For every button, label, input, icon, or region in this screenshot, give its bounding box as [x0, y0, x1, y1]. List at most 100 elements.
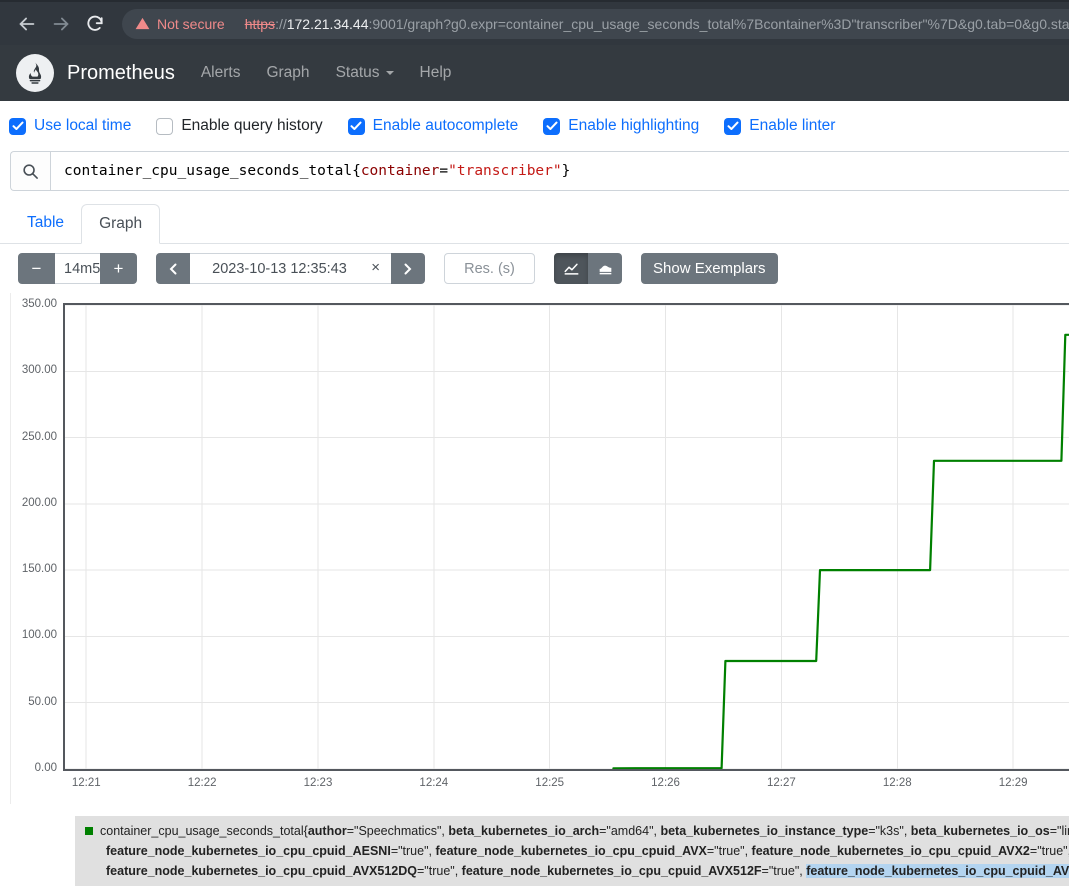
- x-axis-label: 12:25: [520, 777, 580, 789]
- option-enable-highlighting[interactable]: Enable highlighting: [543, 117, 699, 135]
- back-icon[interactable]: [10, 7, 44, 41]
- y-axis-label: 200.00: [11, 497, 57, 509]
- decrease-range-button[interactable]: −: [18, 253, 55, 284]
- security-status: Not secure: [157, 16, 225, 32]
- nav-item-alerts[interactable]: Alerts: [201, 64, 241, 82]
- query-segment: =: [439, 163, 448, 179]
- url-host: 172.21.34.44: [287, 16, 369, 32]
- search-icon: [11, 152, 51, 190]
- range-stepper: − +: [18, 253, 137, 284]
- x-axis-label: 12:21: [56, 777, 116, 789]
- show-exemplars-button[interactable]: Show Exemplars: [641, 253, 778, 284]
- address-bar[interactable]: Not secure https://172.21.34.44:9001/gra…: [122, 9, 1069, 39]
- y-axis-label: 250.00: [11, 431, 57, 443]
- tab-graph[interactable]: Graph: [81, 204, 160, 244]
- enable-query-history-checkbox[interactable]: [156, 118, 173, 135]
- legend-text: beta_kubernetes_io_instance_type: [660, 824, 868, 838]
- forward-icon[interactable]: [44, 7, 78, 41]
- option-enable-linter[interactable]: Enable linter: [724, 117, 835, 135]
- legend-text: ="k3s",: [868, 824, 911, 838]
- legend-text: ="true",: [1030, 844, 1069, 858]
- legend-label-highlighted: feature_node_kubernetes_io_cpu_cpuid_AVX…: [806, 864, 1069, 878]
- legend-text: ="true",: [417, 864, 462, 878]
- url-scheme: https: [245, 16, 275, 32]
- enable-highlighting-checkbox[interactable]: [543, 118, 560, 135]
- legend-text: feature_node_kubernetes_io_cpu_cpuid_AVX…: [752, 844, 1030, 858]
- tab-table[interactable]: Table: [10, 204, 81, 243]
- next-time-button[interactable]: [391, 253, 425, 284]
- option-enable-autocomplete[interactable]: Enable autocomplete: [348, 117, 519, 135]
- url-text: https://172.21.34.44:9001/graph?g0.expr=…: [245, 16, 1069, 32]
- increase-range-button[interactable]: +: [100, 253, 137, 284]
- plot-area: [63, 303, 1069, 771]
- legend-text: author: [308, 824, 347, 838]
- series-line: [613, 335, 1069, 769]
- plot-svg: [65, 305, 1069, 769]
- x-axis-label: 12:29: [983, 777, 1043, 789]
- legend-text: ="linux",: [1050, 824, 1069, 838]
- y-axis-label: 150.00: [11, 563, 57, 575]
- range-input[interactable]: [55, 253, 100, 284]
- graph-controls: − + × Show Exemplars: [18, 253, 1069, 284]
- legend-line: feature_node_kubernetes_io_cpu_cpuid_AVX…: [85, 861, 1069, 881]
- query-expression-input[interactable]: container_cpu_usage_seconds_total{contai…: [51, 152, 1069, 190]
- options-row: Use local time Enable query history Enable…: [9, 117, 1069, 135]
- url-path: :9001/graph?g0.expr=container_cpu_usage_…: [368, 16, 1069, 32]
- query-segment: container_cpu_usage_seconds_total{: [64, 163, 361, 179]
- legend-swatch: [85, 827, 93, 835]
- legend-text: container_cpu_usage_seconds_total{: [100, 824, 308, 838]
- y-axis-label: 0.00: [11, 762, 57, 774]
- legend-text: beta_kubernetes_io_arch: [448, 824, 599, 838]
- resolution-input[interactable]: [444, 253, 535, 284]
- time-picker: ×: [156, 253, 425, 284]
- prometheus-navbar: Prometheus Alerts Graph Status Help: [0, 45, 1069, 101]
- use-local-time-checkbox[interactable]: [9, 118, 26, 135]
- nav-item-graph[interactable]: Graph: [266, 64, 309, 82]
- chevron-down-icon: [386, 71, 394, 75]
- option-enable-query-history[interactable]: Enable query history: [156, 117, 322, 135]
- query-segment: "transcriber": [448, 163, 562, 179]
- legend-text: feature_node_kubernetes_io_cpu_cpuid_AVX…: [462, 864, 762, 878]
- option-label: Enable query history: [181, 117, 322, 135]
- graph-canvas[interactable]: 0.0050.00100.00150.00200.00250.00300.003…: [10, 293, 1069, 804]
- query-segment: }: [562, 163, 571, 179]
- option-use-local-time[interactable]: Use local time: [9, 117, 131, 135]
- legend-text: feature_node_kubernetes_io_cpu_cpuid_AES…: [106, 844, 391, 858]
- enable-autocomplete-checkbox[interactable]: [348, 118, 365, 135]
- x-axis-label: 12:26: [636, 777, 696, 789]
- warning-icon: [135, 16, 150, 31]
- x-axis-label: 12:28: [867, 777, 927, 789]
- clear-time-icon[interactable]: ×: [371, 259, 380, 276]
- legend-line: container_cpu_usage_seconds_total{author…: [85, 821, 1069, 841]
- query-segment: container: [361, 163, 440, 179]
- option-label: Enable autocomplete: [373, 117, 519, 135]
- y-axis-label: 300.00: [11, 364, 57, 376]
- browser-toolbar: Not secure https://172.21.34.44:9001/gra…: [0, 0, 1069, 45]
- legend-text: ="true",: [762, 864, 807, 878]
- legend-line: feature_node_kubernetes_io_cpu_cpuid_AES…: [85, 841, 1069, 861]
- prometheus-logo-icon[interactable]: [16, 54, 54, 92]
- panel-tabs: Table Graph: [0, 204, 1069, 244]
- legend-text: ="amd64",: [599, 824, 660, 838]
- option-label: Enable linter: [749, 117, 835, 135]
- y-axis-label: 50.00: [11, 696, 57, 708]
- app-title[interactable]: Prometheus: [67, 62, 175, 85]
- previous-time-button[interactable]: [156, 253, 190, 284]
- option-label: Enable highlighting: [568, 117, 699, 135]
- nav-links: Alerts Graph Status Help: [175, 64, 452, 82]
- x-axis-label: 12:22: [172, 777, 232, 789]
- legend-text: beta_kubernetes_io_os: [911, 824, 1050, 838]
- line-chart-icon[interactable]: [554, 253, 588, 284]
- nav-item-help[interactable]: Help: [420, 64, 452, 82]
- graph-legend[interactable]: container_cpu_usage_seconds_total{author…: [75, 816, 1069, 886]
- stacked-chart-icon[interactable]: [588, 253, 622, 284]
- legend-text: ="Speechmatics",: [347, 824, 449, 838]
- nav-item-status[interactable]: Status: [336, 64, 394, 82]
- reload-icon[interactable]: [78, 7, 112, 41]
- x-axis-label: 12:23: [288, 777, 348, 789]
- x-axis-label: 12:24: [404, 777, 464, 789]
- enable-linter-checkbox[interactable]: [724, 118, 741, 135]
- datetime-wrap: ×: [190, 253, 391, 284]
- chart-type-toggle: [554, 253, 622, 284]
- datetime-input[interactable]: [190, 254, 391, 283]
